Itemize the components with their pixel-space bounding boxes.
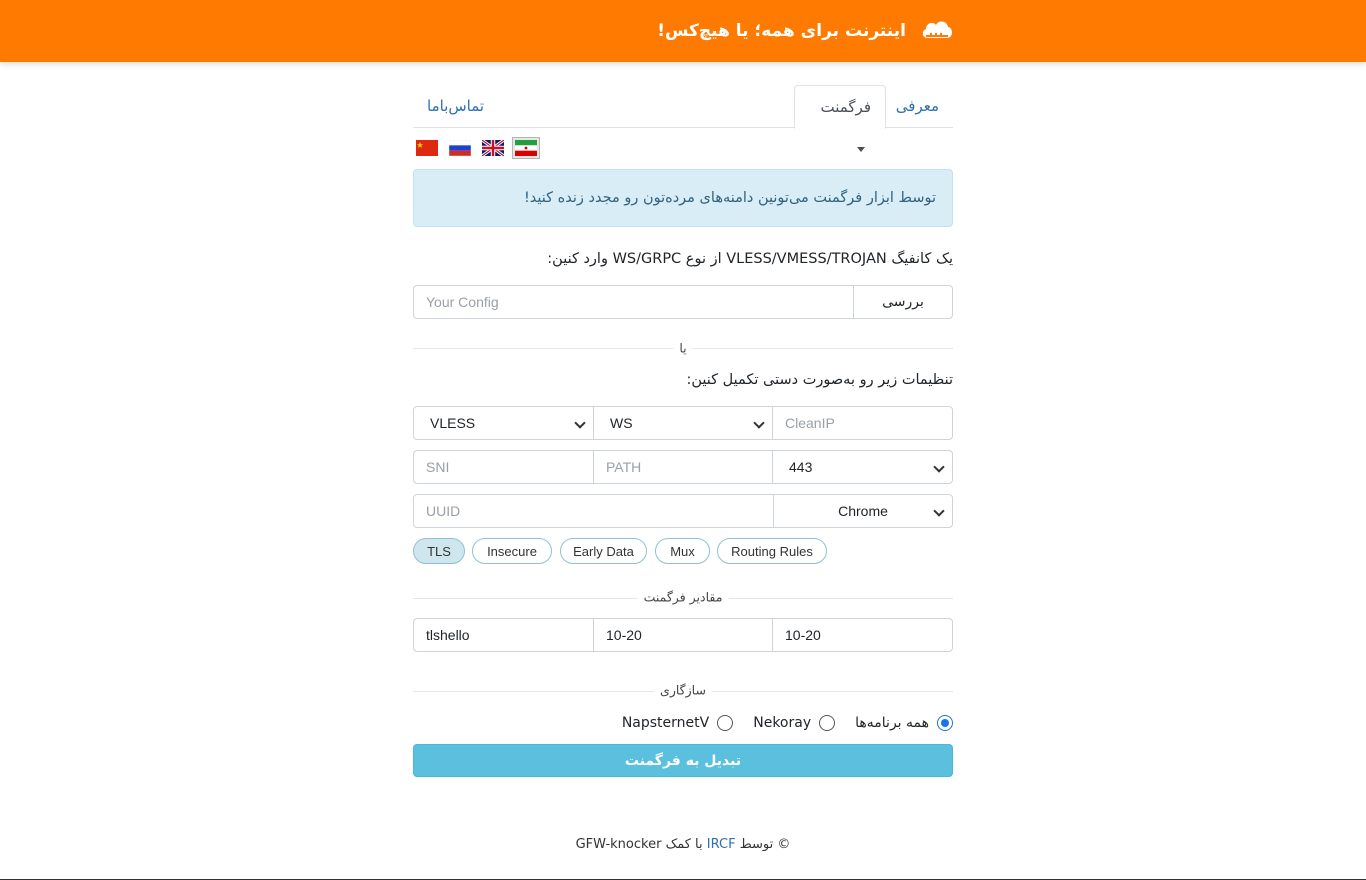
uuid-input[interactable]: [413, 494, 774, 528]
radio-nekoray[interactable]: Nekoray: [753, 715, 836, 731]
footer-org-link[interactable]: IRCF: [707, 837, 736, 852]
cloud-icon: [920, 18, 954, 44]
fragment-interval-input[interactable]: [772, 618, 953, 652]
footer-prefix: © توسط: [739, 837, 791, 852]
radio-unchecked-icon[interactable]: [819, 715, 836, 731]
radio-unchecked-icon[interactable]: [717, 715, 734, 731]
iran-flag-icon[interactable]: [512, 137, 540, 159]
tls-toggle[interactable]: TLS: [413, 538, 465, 564]
chevron-down-icon: [753, 417, 765, 429]
radio-all-apps-label: همه برنامه‌ها: [855, 715, 929, 731]
path-input[interactable]: [593, 450, 773, 484]
routing-rules-toggle[interactable]: Routing Rules: [717, 538, 827, 564]
convert-button[interactable]: تبدیل به فرگمنت: [413, 744, 953, 777]
transport-value: WS: [610, 415, 633, 431]
radio-napsternetv-label: NapsternetV: [621, 715, 710, 731]
protocol-select[interactable]: VLESS: [413, 406, 594, 440]
config-input[interactable]: [413, 285, 853, 319]
radio-all-apps[interactable]: همه برنامه‌ها: [855, 715, 953, 731]
compat-section-title: سازگاری: [654, 682, 712, 698]
protocol-row: VLESS WS: [413, 406, 953, 440]
info-alert: توسط ابزار فرگمنت می‌تونین دامنه‌های مرد…: [413, 169, 953, 227]
fragment-length-input[interactable]: [593, 618, 773, 652]
language-switcher: [413, 137, 540, 159]
port-value: 443: [789, 459, 813, 475]
top-navbar: اینترنت برای همه؛ یا هیچ‌کس!: [0, 0, 1366, 62]
chevron-down-icon: [574, 417, 586, 429]
footer: © توسط IRCF با کمک GFW-knocker: [413, 837, 953, 852]
fingerprint-select[interactable]: Chrome: [773, 494, 953, 528]
mux-toggle[interactable]: Mux: [655, 538, 710, 564]
or-divider-text: یا: [673, 340, 693, 356]
config-label: یک کانفیگ VLESS/VMESS/TROJAN از نوع WS/G…: [547, 251, 953, 267]
protocol-value: VLESS: [430, 415, 476, 431]
fingerprint-value: Chrome: [838, 503, 888, 519]
sni-row: 443: [413, 450, 953, 484]
config-input-group: بررسی: [413, 285, 953, 319]
nav-tabs: معرفی فرگمنت تماس‌باما: [413, 85, 953, 152]
site-title: اینترنت برای همه؛ یا هیچ‌کس!: [657, 21, 906, 41]
tab-fragment-label: فرگمنت: [820, 98, 871, 116]
tab-intro[interactable]: معرفی: [882, 85, 953, 128]
alert-text: توسط ابزار فرگمنت می‌تونین دامنه‌های مرد…: [523, 190, 936, 206]
brand[interactable]: اینترنت برای همه؛ یا هیچ‌کس!: [657, 0, 954, 62]
tab-contact[interactable]: تماس‌باما: [413, 85, 498, 128]
early-data-toggle[interactable]: Early Data: [560, 538, 647, 564]
radio-nekoray-label: Nekoray: [753, 715, 812, 731]
uk-flag-icon[interactable]: [479, 137, 507, 159]
transport-select[interactable]: WS: [593, 406, 773, 440]
fragment-row: [413, 618, 953, 652]
caret-down-icon: [857, 147, 865, 152]
chevron-down-icon: [933, 505, 945, 517]
insecure-toggle[interactable]: Insecure: [472, 538, 552, 564]
clean-ip-input[interactable]: [772, 406, 953, 440]
radio-checked-icon[interactable]: [937, 715, 953, 731]
footer-project: GFW-knocker: [575, 837, 662, 852]
tab-fragment[interactable]: فرگمنت: [794, 85, 886, 152]
fragment-packets-input[interactable]: [413, 618, 594, 652]
fragment-section-title: مقادیر فرگمنت: [637, 589, 729, 605]
check-button[interactable]: بررسی: [853, 285, 953, 319]
compat-radio-group: همه برنامه‌ها Nekoray NapsternetV: [602, 713, 953, 733]
manual-label: تنظیمات زیر رو به‌صورت دستی تکمیل کنین:: [686, 372, 953, 388]
russia-flag-icon[interactable]: [446, 137, 474, 159]
footer-middle: با کمک: [665, 837, 703, 852]
radio-napsternetv[interactable]: NapsternetV: [621, 715, 734, 731]
uuid-row: Chrome: [413, 494, 953, 528]
chevron-down-icon: [933, 461, 945, 473]
port-select[interactable]: 443: [772, 450, 953, 484]
china-flag-icon[interactable]: [413, 137, 441, 159]
sni-input[interactable]: [413, 450, 594, 484]
